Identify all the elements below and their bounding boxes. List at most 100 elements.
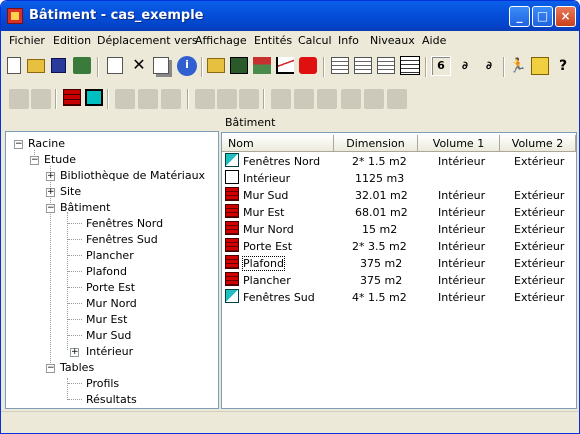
- view-large-icon[interactable]: [331, 57, 349, 74]
- wall-icon[interactable]: [63, 89, 81, 106]
- column-header-volume-1[interactable]: Volume 1: [418, 135, 500, 152]
- tree-item-plafond[interactable]: Plafond: [86, 265, 127, 278]
- volume-2-icon[interactable]: ∂: [455, 57, 475, 77]
- status-bar: [1, 411, 579, 433]
- wall-icon: [225, 204, 239, 218]
- window-title: Bâtiment - cas_exemple: [29, 8, 204, 23]
- toolbar-separator: [201, 57, 203, 77]
- house-icon[interactable]: [253, 57, 271, 74]
- volume-3-icon[interactable]: ∂: [479, 57, 499, 77]
- chart-icon[interactable]: [276, 57, 294, 74]
- menu-deplacement[interactable]: Déplacement vers: [97, 34, 198, 47]
- disabled-3-icon: [115, 89, 135, 109]
- table-row[interactable]: Mur Est 68.01 m2 Intérieur Extérieur: [222, 204, 576, 221]
- calculator-icon[interactable]: [230, 57, 248, 74]
- table-row[interactable]: Mur Nord 15 m2 Intérieur Extérieur: [222, 221, 576, 238]
- expander-etude[interactable]: −: [30, 156, 39, 165]
- table-row[interactable]: Fenêtres Sud 4* 1.5 m2 Intérieur Extérie…: [222, 289, 576, 306]
- menu-calcul[interactable]: Calcul: [298, 34, 332, 47]
- toolbar-separator: [323, 57, 325, 77]
- menu-niveaux[interactable]: Niveaux: [370, 34, 415, 47]
- menu-edition[interactable]: Edition: [53, 34, 91, 47]
- expander-tables[interactable]: −: [46, 364, 55, 373]
- window-icon[interactable]: [85, 89, 103, 106]
- tree-item-tables[interactable]: Tables: [60, 361, 94, 374]
- tree-item-mur-sud[interactable]: Mur Sud: [86, 329, 131, 342]
- main-window: Bâtiment - cas_exemple _ □ × Fichier Edi…: [0, 0, 580, 434]
- tree-item-site[interactable]: Site: [60, 185, 81, 198]
- toolbar-entities: [1, 85, 579, 113]
- tree-item-interieur[interactable]: Intérieur: [86, 345, 133, 358]
- disabled-12-icon: [341, 89, 361, 109]
- tree-item-mur-est[interactable]: Mur Est: [86, 313, 127, 326]
- help-icon[interactable]: ?: [553, 56, 573, 76]
- expander-batiment[interactable]: −: [46, 204, 55, 213]
- menu-affichage[interactable]: Affichage: [195, 34, 247, 47]
- disabled-9-icon: [271, 89, 291, 109]
- volume-1-icon[interactable]: 6: [431, 56, 451, 76]
- toolbar-separator: [263, 89, 265, 109]
- toolbar-separator: [187, 89, 189, 109]
- table-row[interactable]: Fenêtres Nord 2* 1.5 m2 Intérieur Extéri…: [222, 153, 576, 170]
- edit-icon[interactable]: [531, 57, 549, 75]
- info-icon[interactable]: i: [177, 56, 197, 76]
- wall-icon: [225, 272, 239, 286]
- tree-item-batiment[interactable]: Bâtiment: [60, 201, 110, 214]
- table-row[interactable]: Intérieur 1125 m3: [222, 170, 576, 187]
- maximize-button[interactable]: □: [532, 6, 553, 27]
- tree-item-profils[interactable]: Profils: [86, 377, 119, 390]
- table-row[interactable]: Porte Est 2* 3.5 m2 Intérieur Extérieur: [222, 238, 576, 255]
- red-shape-icon[interactable]: [299, 57, 317, 74]
- disabled-10-icon: [294, 89, 314, 109]
- new-document-icon[interactable]: [7, 57, 21, 74]
- entity-list[interactable]: Nom Dimension Volume 1 Volume 2 Fenêtres…: [221, 132, 577, 409]
- build-icon[interactable]: [73, 57, 91, 74]
- new-page-icon[interactable]: [107, 57, 123, 74]
- disabled-5-icon: [161, 89, 181, 109]
- wall-icon: [225, 187, 239, 201]
- title-bar[interactable]: Bâtiment - cas_exemple _ □ ×: [1, 1, 579, 31]
- tree-item-fenetres-nord[interactable]: Fenêtres Nord: [86, 217, 163, 230]
- tree-view[interactable]: − Racine − Etude + Bibliothèque de Matér…: [5, 131, 219, 409]
- list-pane-title: Bâtiment: [225, 116, 276, 129]
- disabled-1-icon: [9, 89, 29, 109]
- table-row[interactable]: Plancher 375 m2 Intérieur Extérieur: [222, 272, 576, 289]
- table-row[interactable]: Mur Sud 32.01 m2 Intérieur Extérieur: [222, 187, 576, 204]
- close-button[interactable]: ×: [555, 6, 576, 27]
- tree-item-porte-est[interactable]: Porte Est: [86, 281, 135, 294]
- expander-interieur[interactable]: +: [70, 348, 79, 357]
- expander-bibliotheque[interactable]: +: [46, 172, 55, 181]
- tree-item-mur-nord[interactable]: Mur Nord: [86, 297, 137, 310]
- up-folder-icon[interactable]: [207, 58, 225, 73]
- disabled-8-icon: [239, 89, 259, 109]
- menu-info[interactable]: Info: [338, 34, 359, 47]
- tree-item-racine[interactable]: Racine: [28, 137, 65, 150]
- expander-racine[interactable]: −: [14, 140, 23, 149]
- app-icon[interactable]: [7, 8, 23, 24]
- menu-fichier[interactable]: Fichier: [9, 34, 45, 47]
- save-icon[interactable]: [51, 58, 66, 73]
- tree-item-bibliotheque[interactable]: Bibliothèque de Matériaux: [60, 169, 205, 182]
- disabled-14-icon: [387, 89, 407, 109]
- menu-entites[interactable]: Entités: [254, 34, 292, 47]
- column-header-volume-2[interactable]: Volume 2: [500, 135, 576, 152]
- table-row[interactable]: Plafond 375 m2 Intérieur Extérieur: [222, 255, 576, 272]
- delete-icon[interactable]: ✕: [129, 56, 149, 76]
- view-details-icon[interactable]: [400, 56, 420, 75]
- column-header-nom[interactable]: Nom: [222, 135, 334, 152]
- view-small-icon[interactable]: [354, 57, 372, 74]
- menu-aide[interactable]: Aide: [422, 34, 446, 47]
- toolbar-separator: [503, 57, 505, 77]
- column-header-dimension[interactable]: Dimension: [334, 135, 418, 152]
- tree-item-resultats[interactable]: Résultats: [86, 393, 137, 406]
- copy-icon[interactable]: [153, 57, 169, 74]
- view-list-icon[interactable]: [377, 57, 395, 74]
- minimize-button[interactable]: _: [509, 6, 530, 27]
- tree-item-etude[interactable]: Etude: [44, 153, 76, 166]
- tree-item-plancher[interactable]: Plancher: [86, 249, 134, 262]
- run-icon[interactable]: 🏃: [509, 57, 527, 75]
- open-folder-icon[interactable]: [27, 59, 45, 73]
- expander-site[interactable]: +: [46, 188, 55, 197]
- tree-item-fenetres-sud[interactable]: Fenêtres Sud: [86, 233, 158, 246]
- toolbar-separator: [425, 57, 427, 77]
